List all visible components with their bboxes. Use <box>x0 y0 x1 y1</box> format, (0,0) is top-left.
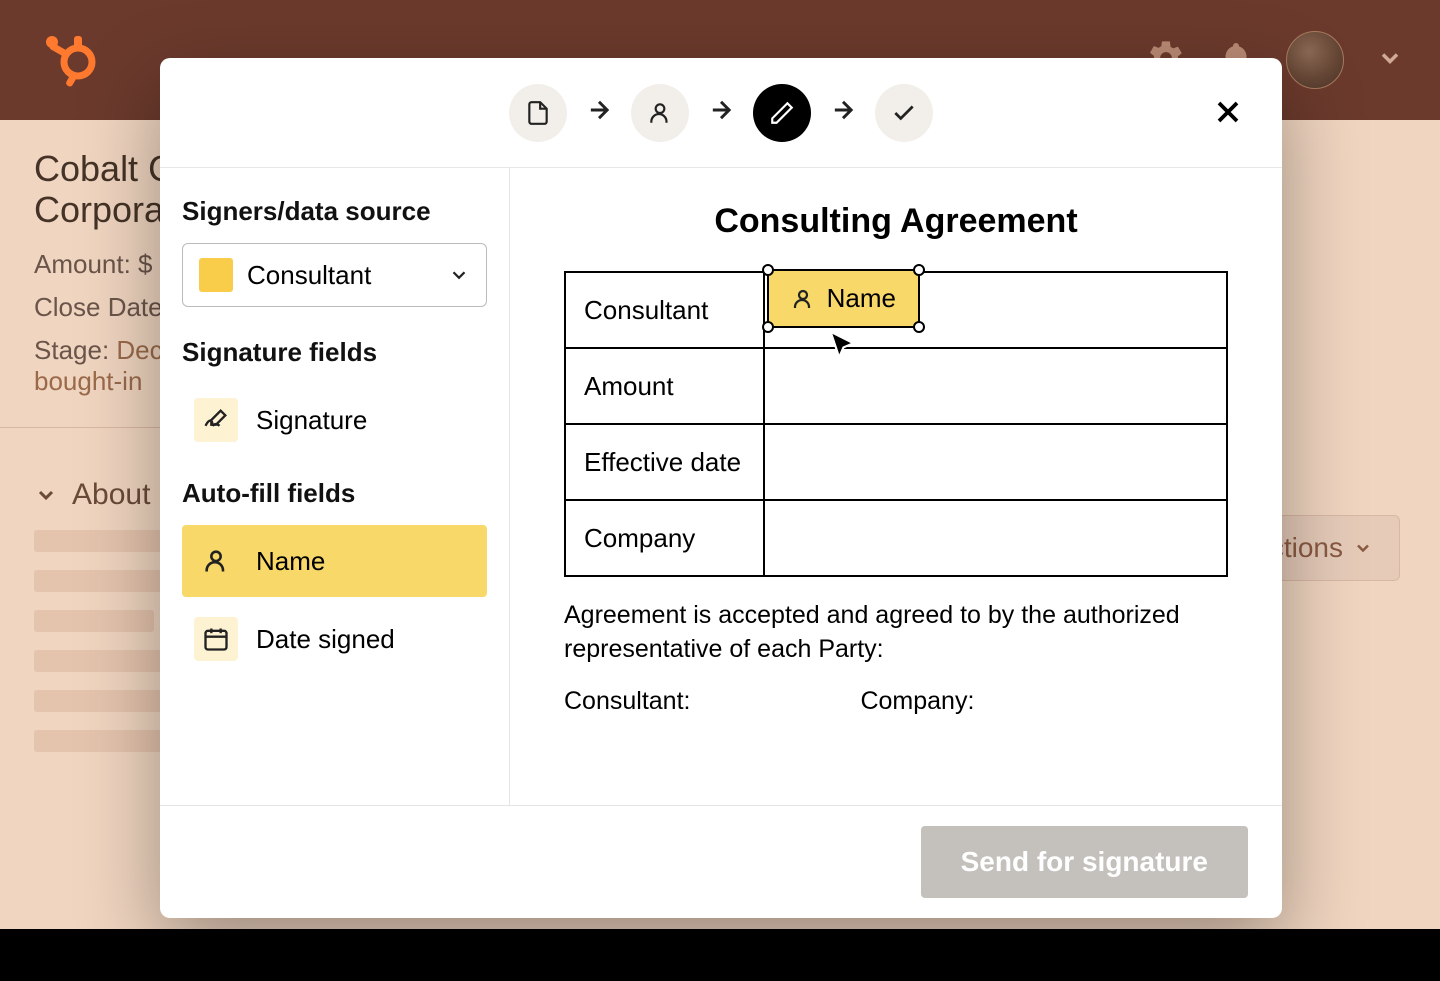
arrow-icon <box>707 96 735 129</box>
signature-fields-heading: Signature fields <box>182 337 487 368</box>
row-company-label: Company <box>565 500 764 576</box>
stepper <box>509 84 933 142</box>
step-confirm[interactable] <box>875 84 933 142</box>
arrow-icon <box>585 96 613 129</box>
calendar-icon <box>194 617 238 661</box>
signature-icon <box>194 398 238 442</box>
close-icon[interactable] <box>1210 94 1246 135</box>
esignature-modal: Signers/data source Consultant Signature… <box>160 58 1282 918</box>
agreement-clause: Agreement is accepted and agreed to by t… <box>564 599 1228 667</box>
avatar[interactable] <box>1286 31 1344 89</box>
document-title: Consulting Agreement <box>564 202 1228 241</box>
chevron-down-icon[interactable] <box>1376 44 1404 77</box>
row-consultant-label: Consultant <box>565 272 764 348</box>
bottom-black-bar <box>0 929 1440 981</box>
signer-select-label: Consultant <box>247 260 371 291</box>
row-effective-date-label: Effective date <box>565 424 764 500</box>
resize-handle[interactable] <box>913 264 925 276</box>
autofill-fields-heading: Auto-fill fields <box>182 478 487 509</box>
fields-sidebar: Signers/data source Consultant Signature… <box>160 168 510 805</box>
field-label: Signature <box>256 405 367 436</box>
row-amount-value[interactable] <box>764 348 1227 424</box>
hubspot-logo-icon <box>36 28 100 92</box>
person-icon <box>194 539 238 583</box>
row-company-value[interactable] <box>764 500 1227 576</box>
field-date-signed[interactable]: Date signed <box>182 603 487 675</box>
modal-header <box>160 58 1282 168</box>
resize-handle[interactable] <box>762 321 774 333</box>
send-for-signature-button[interactable]: Send for signature <box>921 826 1248 898</box>
row-effective-date-value[interactable] <box>764 424 1227 500</box>
row-consultant-value[interactable]: Name <box>764 272 1227 348</box>
placed-field-label: Name <box>827 283 896 314</box>
resize-handle[interactable] <box>913 321 925 333</box>
field-signature[interactable]: Signature <box>182 384 487 456</box>
resize-handle[interactable] <box>762 264 774 276</box>
field-name[interactable]: Name <box>182 525 487 597</box>
signatory-consultant: Consultant: <box>564 687 690 716</box>
signers-heading: Signers/data source <box>182 196 487 227</box>
document-canvas[interactable]: Consulting Agreement Consultant Name <box>510 168 1282 805</box>
modal-footer: Send for signature <box>160 805 1282 918</box>
row-amount-label: Amount <box>565 348 764 424</box>
step-edit[interactable] <box>753 84 811 142</box>
step-document[interactable] <box>509 84 567 142</box>
field-label: Date signed <box>256 624 395 655</box>
skeleton-line <box>34 610 154 632</box>
signer-select[interactable]: Consultant <box>182 243 487 307</box>
signatory-company: Company: <box>860 687 974 716</box>
signer-color-swatch <box>199 258 233 292</box>
arrow-icon <box>829 96 857 129</box>
field-label: Name <box>256 546 325 577</box>
placed-name-field[interactable]: Name <box>767 269 920 328</box>
person-icon <box>791 287 815 311</box>
step-signers[interactable] <box>631 84 689 142</box>
agreement-table: Consultant Name <box>564 271 1228 577</box>
